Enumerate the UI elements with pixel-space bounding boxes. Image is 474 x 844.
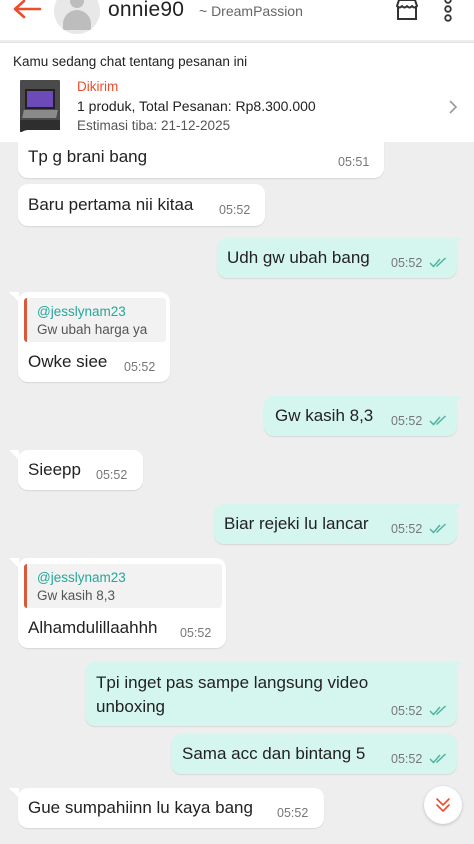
shop-button[interactable] xyxy=(394,0,420,22)
reply-quote[interactable]: @jesslynam23 Gw kasih 8,3 xyxy=(24,564,222,608)
message-text: Gue sumpahiinn lu kaya bang xyxy=(28,798,253,817)
message-time: 05:52 xyxy=(391,522,423,536)
reply-quote[interactable]: @jesslynam23 Gw ubah harga ya xyxy=(24,298,166,342)
more-vertical-icon xyxy=(444,0,452,22)
message-text: Udh gw ubah bang xyxy=(227,248,370,267)
chat-username[interactable]: onnie90 xyxy=(108,0,184,22)
message-incoming[interactable]: Gue sumpahiinn lu kaya bang 05:52 xyxy=(18,788,324,828)
shop-icon xyxy=(396,0,418,20)
message-text: Baru pertama nii kitaa xyxy=(28,195,194,214)
chat-header: onnie90 ~ DreamPassion xyxy=(0,0,474,40)
message-text: Alhamdulillaahhh xyxy=(28,618,158,637)
message-time: 05:52 xyxy=(219,203,251,217)
order-caption: Kamu sedang chat tentang pesanan ini xyxy=(13,54,248,69)
reply-author: @jesslynam23 xyxy=(37,570,126,585)
read-check-icon xyxy=(429,415,447,426)
read-check-icon xyxy=(429,753,447,764)
order-status: Dikirim xyxy=(77,79,119,94)
scroll-to-bottom-button[interactable] xyxy=(424,786,462,824)
message-outgoing[interactable]: Biar rejeki lu lancar 05:52 xyxy=(214,504,457,544)
message-incoming-reply[interactable]: @jesslynam23 Gw kasih 8,3 Alhamdulillaah… xyxy=(18,558,226,648)
message-incoming[interactable]: Baru pertama nii kitaa 05:52 xyxy=(18,184,265,226)
read-check-icon xyxy=(429,523,447,534)
avatar[interactable] xyxy=(54,0,100,34)
message-text-line-1: Tpi inget pas sampe langsung video xyxy=(96,673,369,692)
message-time: 05:52 xyxy=(180,626,212,640)
product-thumbnail xyxy=(20,80,60,132)
reply-author: @jesslynam23 xyxy=(37,304,126,319)
message-time: 05:52 xyxy=(277,806,309,820)
message-text: Owke siee xyxy=(28,352,108,371)
message-time: 05:52 xyxy=(96,468,128,482)
message-time: 05:52 xyxy=(124,360,156,374)
message-time: 05:52 xyxy=(391,256,423,270)
message-text: Tp g brani bang xyxy=(28,147,148,166)
message-text: Sieepp xyxy=(28,460,81,479)
back-button[interactable] xyxy=(10,0,44,24)
message-outgoing[interactable]: Sama acc dan bintang 5 05:52 xyxy=(171,734,457,774)
message-time: 05:52 xyxy=(391,704,423,718)
read-check-icon xyxy=(429,257,447,268)
more-button[interactable] xyxy=(441,0,455,24)
message-incoming[interactable]: Sieepp 05:52 xyxy=(18,450,143,490)
message-incoming[interactable]: Tp g brani bang 05:51 xyxy=(18,130,384,178)
message-text: Biar rejeki lu lancar xyxy=(224,514,369,533)
message-incoming-reply[interactable]: @jesslynam23 Gw ubah harga ya Owke siee … xyxy=(18,292,170,382)
chevron-right-icon xyxy=(449,100,458,114)
message-outgoing[interactable]: Udh gw ubah bang 05:52 xyxy=(217,238,457,278)
message-text: Sama acc dan bintang 5 xyxy=(182,744,366,763)
message-text-line-2: unboxing xyxy=(96,697,166,716)
message-time: 05:52 xyxy=(391,752,423,766)
arrow-left-icon xyxy=(13,0,42,19)
double-chevron-down-icon xyxy=(436,798,450,812)
order-summary: 1 produk, Total Pesanan: Rp8.300.000 xyxy=(77,98,316,114)
message-time: 05:52 xyxy=(391,414,423,428)
message-text: Gw kasih 8,3 xyxy=(275,406,374,425)
message-outgoing[interactable]: Tpi inget pas sampe langsung video unbox… xyxy=(85,662,457,726)
message-outgoing[interactable]: Gw kasih 8,3 05:52 xyxy=(264,396,457,436)
reply-text: Gw ubah harga ya xyxy=(37,322,148,337)
shop-name[interactable]: ~ DreamPassion xyxy=(199,3,303,19)
message-time: 05:51 xyxy=(338,155,370,169)
read-check-icon xyxy=(429,705,447,716)
order-card[interactable]: Kamu sedang chat tentang pesanan ini Dik… xyxy=(0,42,474,142)
reply-text: Gw kasih 8,3 xyxy=(37,588,116,603)
